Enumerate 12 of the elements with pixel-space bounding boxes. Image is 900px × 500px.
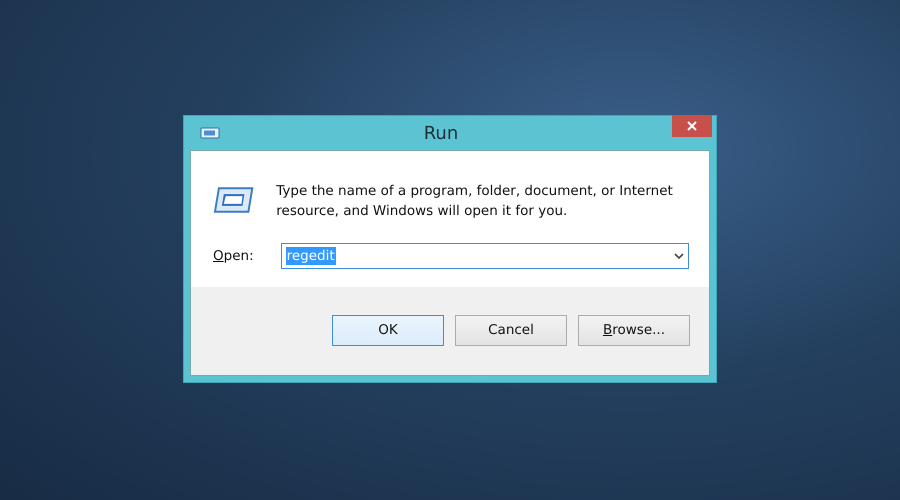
dialog-button[interactable]: Cancel bbox=[455, 314, 567, 346]
window-icon bbox=[200, 127, 220, 139]
open-field-text: regedit bbox=[286, 247, 336, 265]
dialog-button[interactable]: Browse... bbox=[578, 314, 690, 346]
close-button[interactable] bbox=[672, 115, 712, 137]
run-icon bbox=[213, 186, 254, 214]
open-label: Open: bbox=[213, 248, 254, 264]
close-icon bbox=[686, 120, 698, 132]
dropdown-caret-icon[interactable] bbox=[674, 252, 684, 260]
dialog-button[interactable]: OK bbox=[332, 314, 444, 346]
instruction-text: Type the name of a program, folder, document, or Internet resource, and Windows will open it for you. bbox=[276, 182, 674, 221]
window-title: Run bbox=[422, 122, 460, 144]
